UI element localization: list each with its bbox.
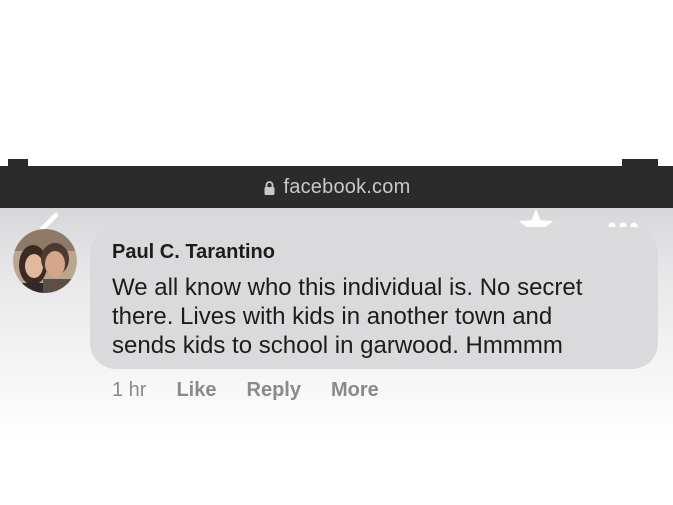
address-bar[interactable]: facebook.com bbox=[0, 166, 673, 208]
comment-line: We all know who this individual is. No s… bbox=[112, 274, 583, 301]
screenshot-page: facebook.com Paul C. Tarantino We all kn… bbox=[0, 0, 673, 505]
bottom-blank-area bbox=[0, 438, 673, 505]
comment-actions: 1 hr Like Reply More bbox=[112, 379, 409, 402]
comment-timestamp[interactable]: 1 hr bbox=[112, 379, 146, 402]
comment-author[interactable]: Paul C. Tarantino bbox=[112, 241, 275, 264]
like-button[interactable]: Like bbox=[176, 379, 216, 402]
comment-line: there. Lives with kids in another town a… bbox=[112, 303, 553, 330]
lock-icon bbox=[263, 179, 276, 195]
more-button[interactable]: More bbox=[331, 379, 379, 402]
url-display[interactable]: facebook.com bbox=[263, 176, 411, 199]
avatar[interactable] bbox=[13, 229, 77, 293]
comment-body: We all know who this individual is. No s… bbox=[112, 273, 642, 360]
url-text: facebook.com bbox=[283, 175, 411, 198]
top-blank-area bbox=[0, 0, 673, 166]
reply-button[interactable]: Reply bbox=[247, 379, 301, 402]
comment-line: sends kids to school in garwood. Hmmmm bbox=[112, 332, 563, 359]
